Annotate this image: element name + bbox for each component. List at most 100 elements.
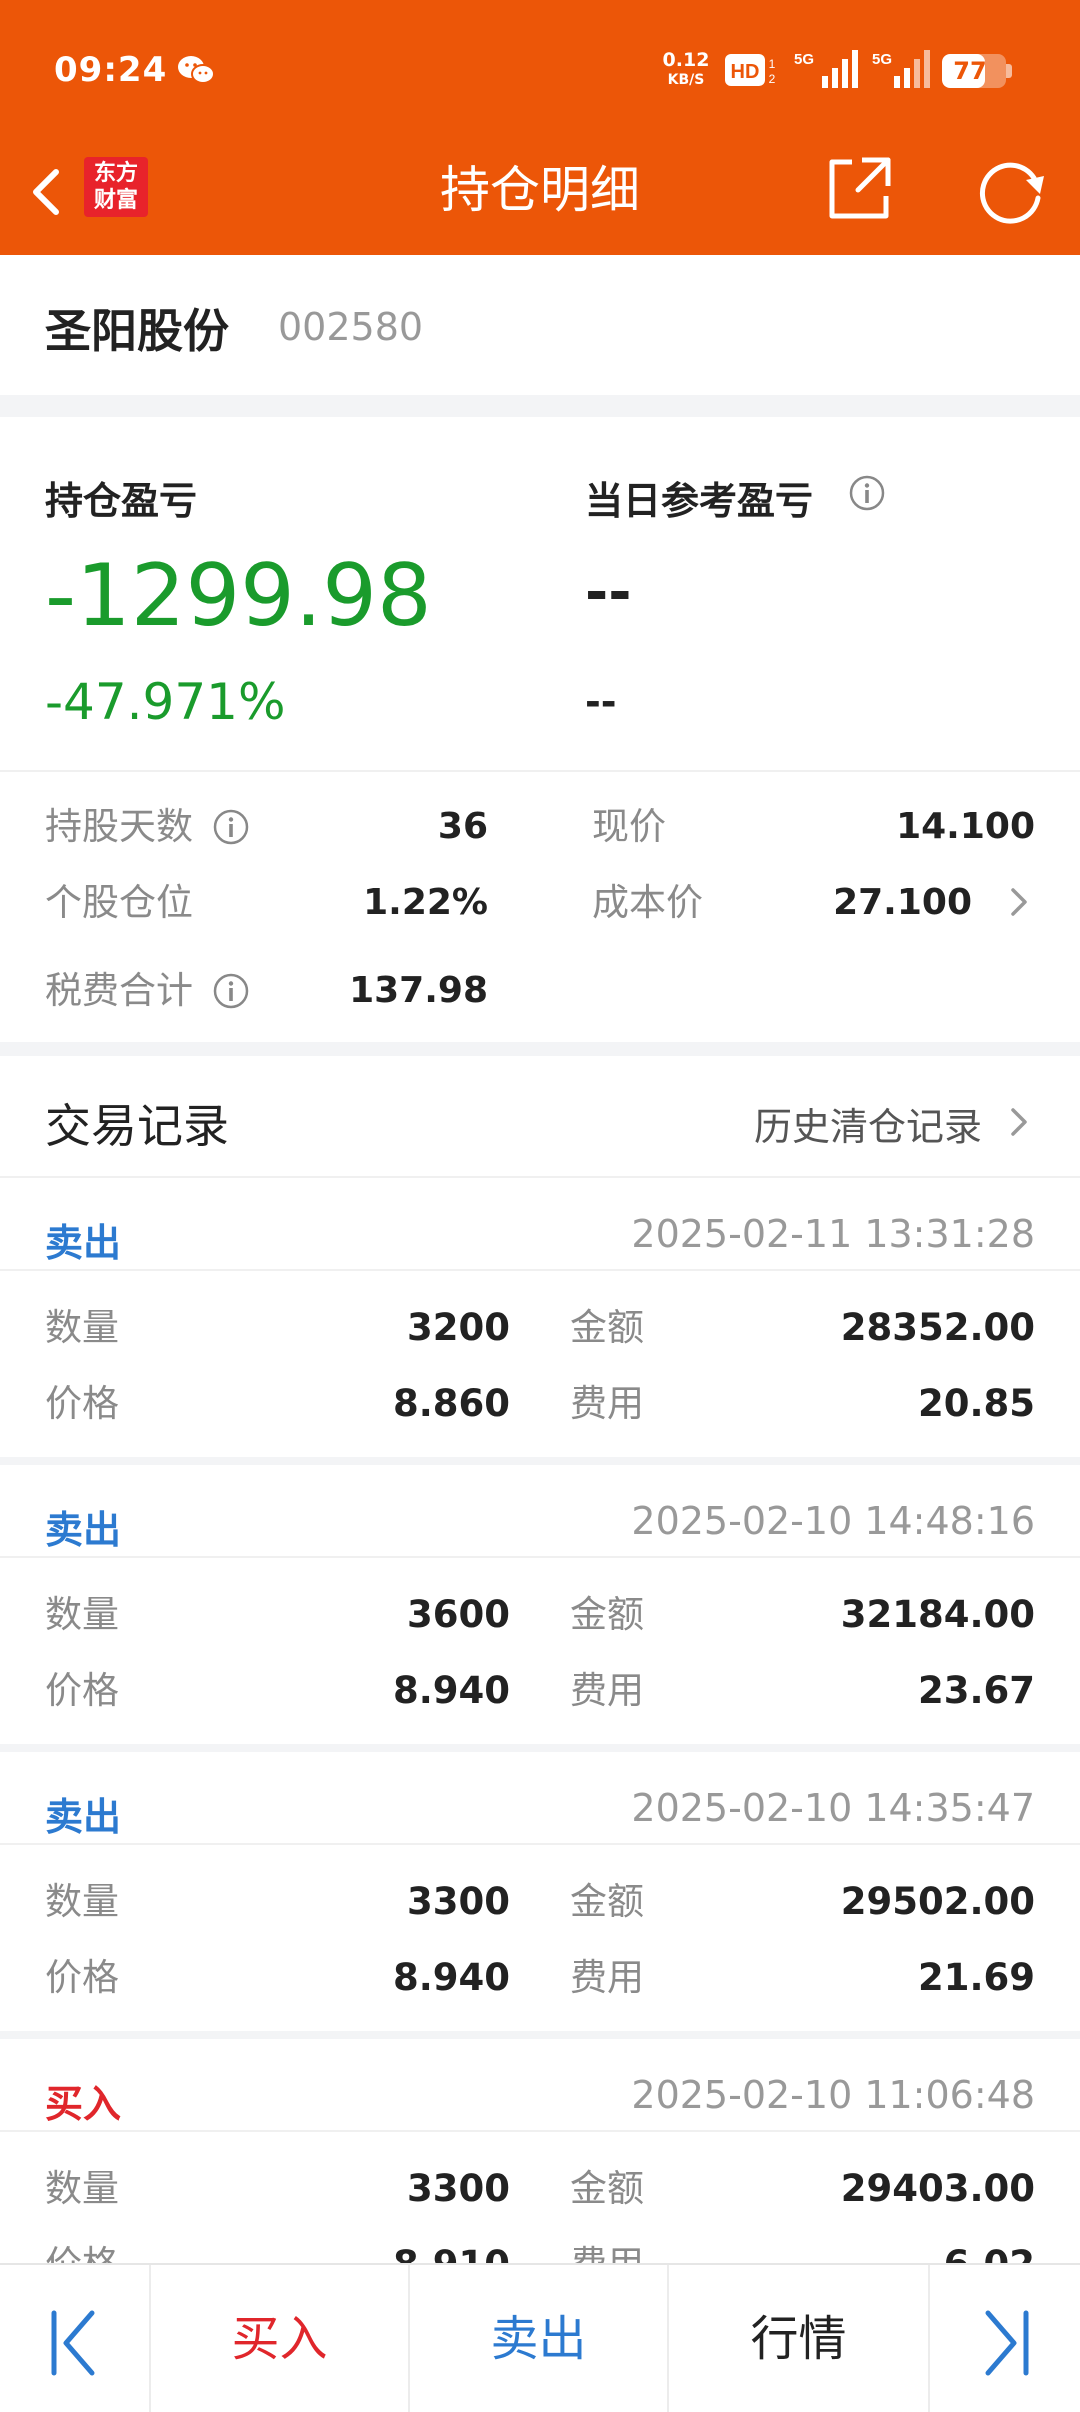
battery-icon: 77 <box>942 54 1006 88</box>
svg-text:1: 1 <box>769 57 776 71</box>
price-label: 价格 <box>45 1956 119 1999</box>
trade-records-title: 交易记录 <box>45 1099 229 1153</box>
status-time: 09:24 <box>54 50 168 90</box>
quantity-label: 数量 <box>45 1306 119 1349</box>
history-link-label[interactable]: 历史清仓记录 <box>754 1096 982 1151</box>
current-price-label: 现价 <box>592 805 666 848</box>
quantity-label: 数量 <box>45 2167 119 2210</box>
trade-record: 卖出 2025-02-10 14:35:47 数量 3300 金额 29502.00 价格 8… <box>0 1752 1080 2039</box>
amount-label: 金额 <box>570 1880 644 1923</box>
position-ratio-value: 1.22% <box>363 882 488 923</box>
buy-button-label[interactable]: 买入 <box>151 2309 408 2369</box>
amount-value: 29403.00 <box>840 2167 1035 2210</box>
amount-label: 金额 <box>570 2167 644 2210</box>
quantity-label: 数量 <box>45 1593 119 1636</box>
divider <box>0 1556 1080 1558</box>
quantity-label: 数量 <box>45 1880 119 1923</box>
trade-record: 卖出 2025-02-11 13:31:28 数量 3200 金额 28352.00 价格 8… <box>0 1178 1080 1465</box>
tax-fee-label: 税费合计 <box>45 969 193 1012</box>
fee-value: 20.85 <box>917 1382 1035 1425</box>
market-button[interactable]: 行情 <box>669 2265 928 2412</box>
tax-fee-value: 137.98 <box>349 970 488 1011</box>
pnl-value: -1299.98 <box>45 546 432 646</box>
last-page-button[interactable] <box>930 2265 1080 2412</box>
app-header: 09:24 0.12 KB/S HD 1 2 5G 5G 77 东方 财富 持仓… <box>0 0 1080 255</box>
hd-voice-icon: HD 1 2 <box>725 54 776 86</box>
trade-time: 2025-02-10 14:35:47 <box>631 1786 1035 1830</box>
fee-value: 23.67 <box>917 1669 1035 1712</box>
amount-value: 32184.00 <box>840 1593 1035 1636</box>
trade-type: 买入 <box>45 2082 122 2126</box>
buy-button[interactable]: 买入 <box>151 2265 408 2412</box>
share-icon[interactable] <box>822 150 898 226</box>
trade-time: 2025-02-10 14:48:16 <box>631 1499 1035 1543</box>
price-label: 价格 <box>45 1382 119 1425</box>
divider <box>0 1269 1080 1271</box>
wechat-icon <box>178 56 215 84</box>
history-link[interactable]: 历史清仓记录 <box>740 1092 1040 1151</box>
record-separator <box>0 2031 1080 2039</box>
trade-record: 卖出 2025-02-10 14:48:16 数量 3600 金额 32184.00 价格 8… <box>0 1465 1080 1752</box>
trade-time: 2025-02-11 13:31:28 <box>631 1212 1035 1256</box>
fee-label: 费用 <box>570 1956 644 1999</box>
fee-label: 费用 <box>570 1382 644 1425</box>
pnl-percent: -47.971% <box>45 673 286 731</box>
page-title: 持仓明细 <box>440 161 640 219</box>
record-separator <box>0 1744 1080 1752</box>
divider <box>0 770 1080 772</box>
cost-price-label[interactable]: 成本价 <box>592 878 703 928</box>
amount-label: 金额 <box>570 1593 644 1636</box>
stock-header: 圣阳股份 002580 <box>0 255 1080 395</box>
trade-type: 卖出 <box>45 1795 122 1839</box>
info-icon[interactable] <box>848 474 886 512</box>
app-logo: 东方 财富 <box>84 157 148 217</box>
info-icon[interactable] <box>212 972 250 1010</box>
quantity-value: 3600 <box>407 1593 510 1636</box>
first-page-icon[interactable] <box>44 2307 104 2379</box>
record-separator <box>0 1457 1080 1465</box>
svg-text:5G: 5G <box>872 51 892 68</box>
sell-button-label[interactable]: 卖出 <box>410 2309 667 2369</box>
stock-code: 002580 <box>278 305 424 349</box>
price-label: 价格 <box>45 1669 119 1712</box>
svg-text:HD: HD <box>731 61 760 83</box>
trade-type: 卖出 <box>45 1508 122 1552</box>
quantity-value: 3300 <box>407 2167 510 2210</box>
hold-days-label: 持股天数 <box>45 805 193 848</box>
day-pnl-label: 当日参考盈亏 <box>585 479 814 523</box>
bottom-action-bar: 买入 卖出 行情 <box>0 2263 1080 2412</box>
current-price-value: 14.100 <box>896 806 1035 847</box>
day-pnl-value: -- <box>585 560 632 625</box>
svg-text:2: 2 <box>769 72 776 86</box>
fee-value: 21.69 <box>917 1956 1035 1999</box>
pnl-label: 持仓盈亏 <box>45 479 198 523</box>
cost-price-value[interactable]: 27.100 <box>833 878 972 928</box>
svg-text:5G: 5G <box>794 51 814 68</box>
amount-value: 29502.00 <box>840 1880 1035 1923</box>
last-page-icon[interactable] <box>976 2307 1036 2379</box>
chevron-right-icon[interactable] <box>1004 882 1034 922</box>
market-button-label[interactable]: 行情 <box>669 2309 928 2369</box>
amount-value: 28352.00 <box>840 1306 1035 1349</box>
quantity-value: 3300 <box>407 1880 510 1923</box>
chevron-right-icon[interactable] <box>1004 1102 1034 1142</box>
day-pnl-percent: -- <box>585 680 617 724</box>
section-separator <box>0 1042 1080 1056</box>
price-value: 8.860 <box>392 1382 510 1425</box>
refresh-icon[interactable] <box>972 150 1052 230</box>
price-value: 8.940 <box>392 1956 510 1999</box>
info-icon[interactable] <box>212 808 250 846</box>
section-separator <box>0 395 1080 417</box>
trade-type: 卖出 <box>45 1221 122 1265</box>
first-page-button[interactable] <box>0 2265 148 2412</box>
stock-name: 圣阳股份 <box>45 304 229 358</box>
position-ratio-label: 个股仓位 <box>45 881 193 924</box>
sell-button[interactable]: 卖出 <box>410 2265 667 2412</box>
network-speed: 0.12 KB/S <box>662 49 710 88</box>
fee-label: 费用 <box>570 1669 644 1712</box>
back-arrow-icon[interactable] <box>20 150 70 230</box>
quantity-value: 3200 <box>407 1306 510 1349</box>
trade-time: 2025-02-10 11:06:48 <box>631 2073 1035 2117</box>
divider <box>0 2130 1080 2132</box>
signal-icon: 5G <box>872 50 930 88</box>
